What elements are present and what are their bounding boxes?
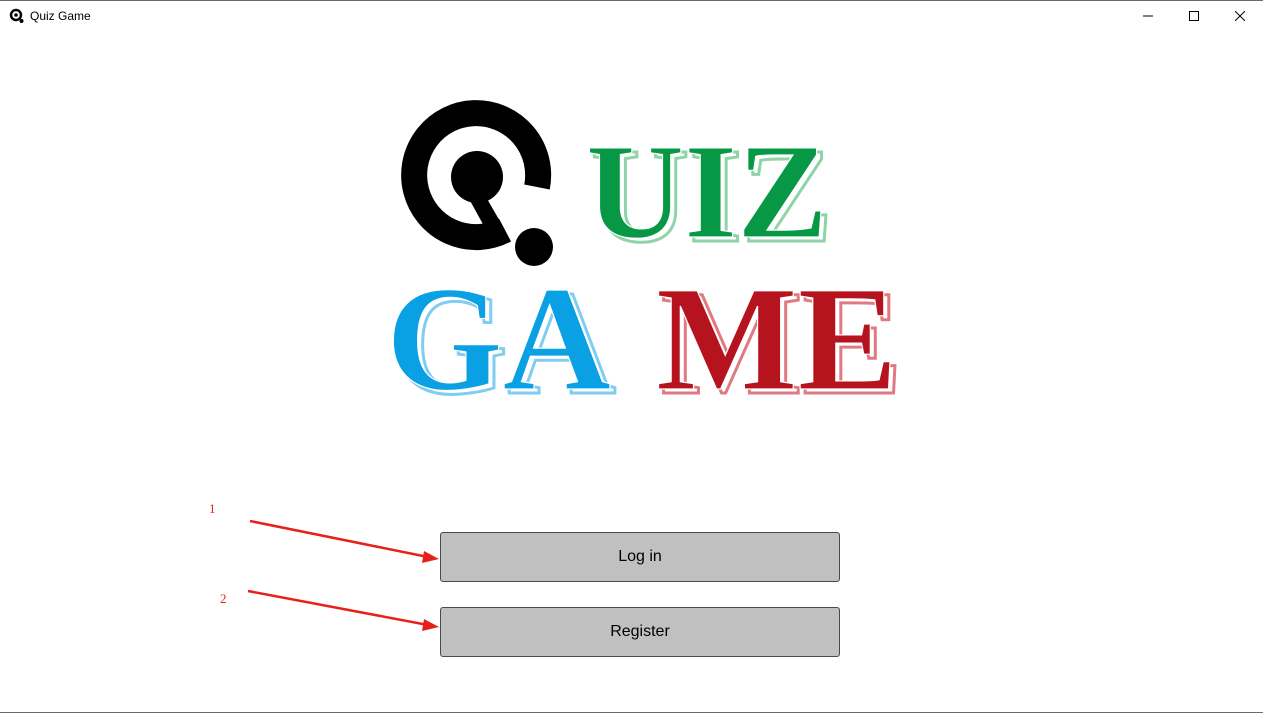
ga-text: GA	[386, 256, 611, 407]
game-wordmark: GA ME GA ME	[385, 255, 900, 407]
close-icon	[1235, 11, 1245, 21]
app-window: Quiz Game UIZ UIZ GA ME GA ME Log in Reg…	[0, 0, 1263, 713]
window-controls	[1125, 1, 1263, 31]
uiz-wordmark: UIZ UIZ	[585, 116, 834, 272]
annotation-arrow-2	[247, 589, 439, 631]
close-button[interactable]	[1217, 1, 1263, 31]
window-title: Quiz Game	[30, 9, 91, 23]
annotation-number-1: 1	[209, 501, 216, 516]
minimize-icon	[1143, 15, 1153, 17]
register-button[interactable]: Register	[440, 607, 840, 657]
annotation-arrow-1	[249, 519, 439, 563]
me-text: ME	[656, 256, 898, 407]
annotation-number-2: 2	[220, 591, 227, 606]
quiz-game-logo: UIZ UIZ GA ME GA ME	[385, 100, 900, 407]
quiz-q-icon	[9, 8, 24, 23]
login-button[interactable]: Log in	[440, 532, 840, 582]
maximize-icon	[1189, 11, 1199, 21]
minimize-button[interactable]	[1125, 1, 1171, 31]
title-bar[interactable]: Quiz Game	[0, 1, 1263, 31]
maximize-button[interactable]	[1171, 1, 1217, 31]
game-text: GA ME	[386, 256, 898, 407]
quiz-q-mark-icon	[401, 100, 553, 266]
uiz-text: UIZ	[586, 117, 828, 267]
